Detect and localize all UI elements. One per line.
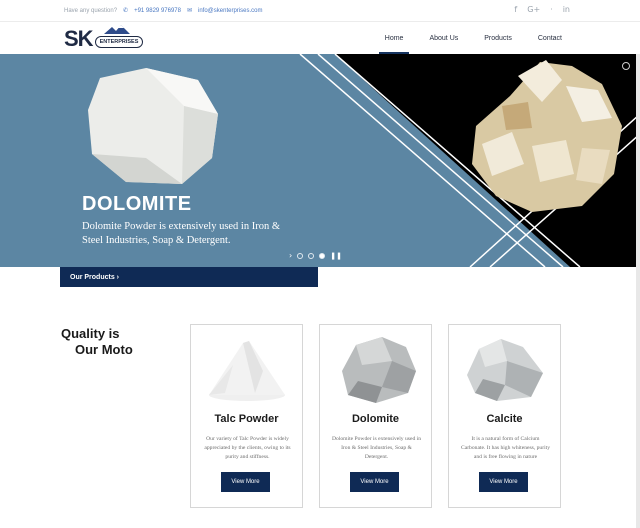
slider-pause-icon[interactable]: ❚❚ [330, 252, 342, 260]
social-links: f G+ · in [514, 5, 570, 14]
product-card-dolomite: Dolomite Dolomite Powder is extensively … [319, 324, 432, 508]
dolomite-rock-image [88, 68, 218, 184]
phone-link[interactable]: +91 9829 976978 [134, 8, 181, 14]
google-plus-icon[interactable]: G+ [527, 5, 540, 14]
phone-icon: ✆ [123, 7, 129, 14]
view-more-button[interactable]: View More [221, 472, 270, 492]
crystal-mineral-image [472, 60, 622, 212]
hero-slider[interactable]: DOLOMITE Dolomite Powder is extensively … [0, 54, 640, 267]
slider-dot-1[interactable] [297, 252, 304, 259]
nav-item-products[interactable]: Products [484, 22, 512, 54]
main-nav: SK ENTERPRISES Home About Us Products Co… [0, 22, 640, 54]
linkedin-icon[interactable]: in [563, 5, 570, 14]
product-card-talc: Talc Powder Our variety of Talc Powder i… [190, 324, 303, 508]
mountain-icon [104, 25, 130, 34]
card-title: Talc Powder [214, 413, 279, 425]
nav-menu: Home About Us Products Contact [378, 22, 562, 54]
logo[interactable]: SK ENTERPRISES [64, 25, 144, 51]
social-separator-icon[interactable]: · [550, 5, 553, 14]
our-products-button[interactable]: Our Products › [60, 267, 318, 287]
view-more-button[interactable]: View More [350, 472, 399, 492]
calcite-rock-image [467, 339, 543, 401]
quality-line-1: Quality is [61, 326, 120, 341]
nav-item-about[interactable]: About Us [429, 22, 458, 54]
email-link[interactable]: info@skenterprises.com [198, 8, 262, 14]
nav-item-home[interactable]: Home [378, 22, 410, 54]
card-description: It is a natural form of Calcium Carbonat… [460, 436, 551, 460]
card-description: Dolomite Powder is extensively used in I… [331, 436, 422, 460]
logo-letters: SK [64, 26, 94, 51]
hero-title: DOLOMITE [82, 193, 192, 215]
logo-subtext: ENTERPRISES [94, 36, 144, 48]
facebook-icon[interactable]: f [514, 5, 517, 14]
hero-subtitle: Dolomite Powder is extensively used in I… [82, 221, 281, 246]
slider-next-icon[interactable]: › [289, 251, 292, 260]
top-bar: Have any question? ✆ +91 9829 976978 ✉ i… [0, 0, 640, 22]
contact-info: Have any question? ✆ +91 9829 976978 ✉ i… [64, 7, 262, 14]
card-title: Dolomite [351, 413, 400, 425]
dolomite-rock-image [342, 337, 416, 403]
page-scrollbar[interactable] [636, 54, 640, 528]
quality-heading: Quality is Our Moto [61, 326, 133, 358]
slider-dot-3[interactable] [319, 252, 326, 259]
email-icon: ✉ [186, 7, 192, 14]
quality-line-2: Our Moto [75, 342, 133, 357]
card-description: Our variety of Talc Powder is widely app… [204, 436, 291, 460]
view-more-button[interactable]: View More [479, 472, 528, 492]
scroll-indicator-icon [622, 62, 630, 70]
slider-controls: › ❚❚ [289, 251, 342, 260]
question-text: Have any question? [64, 7, 118, 14]
product-card-calcite: Calcite It is a natural form of Calcium … [448, 324, 561, 508]
talc-powder-image [209, 341, 285, 401]
card-title: Calcite [486, 413, 523, 425]
slider-dot-2[interactable] [308, 252, 315, 259]
nav-item-contact[interactable]: Contact [538, 22, 562, 54]
